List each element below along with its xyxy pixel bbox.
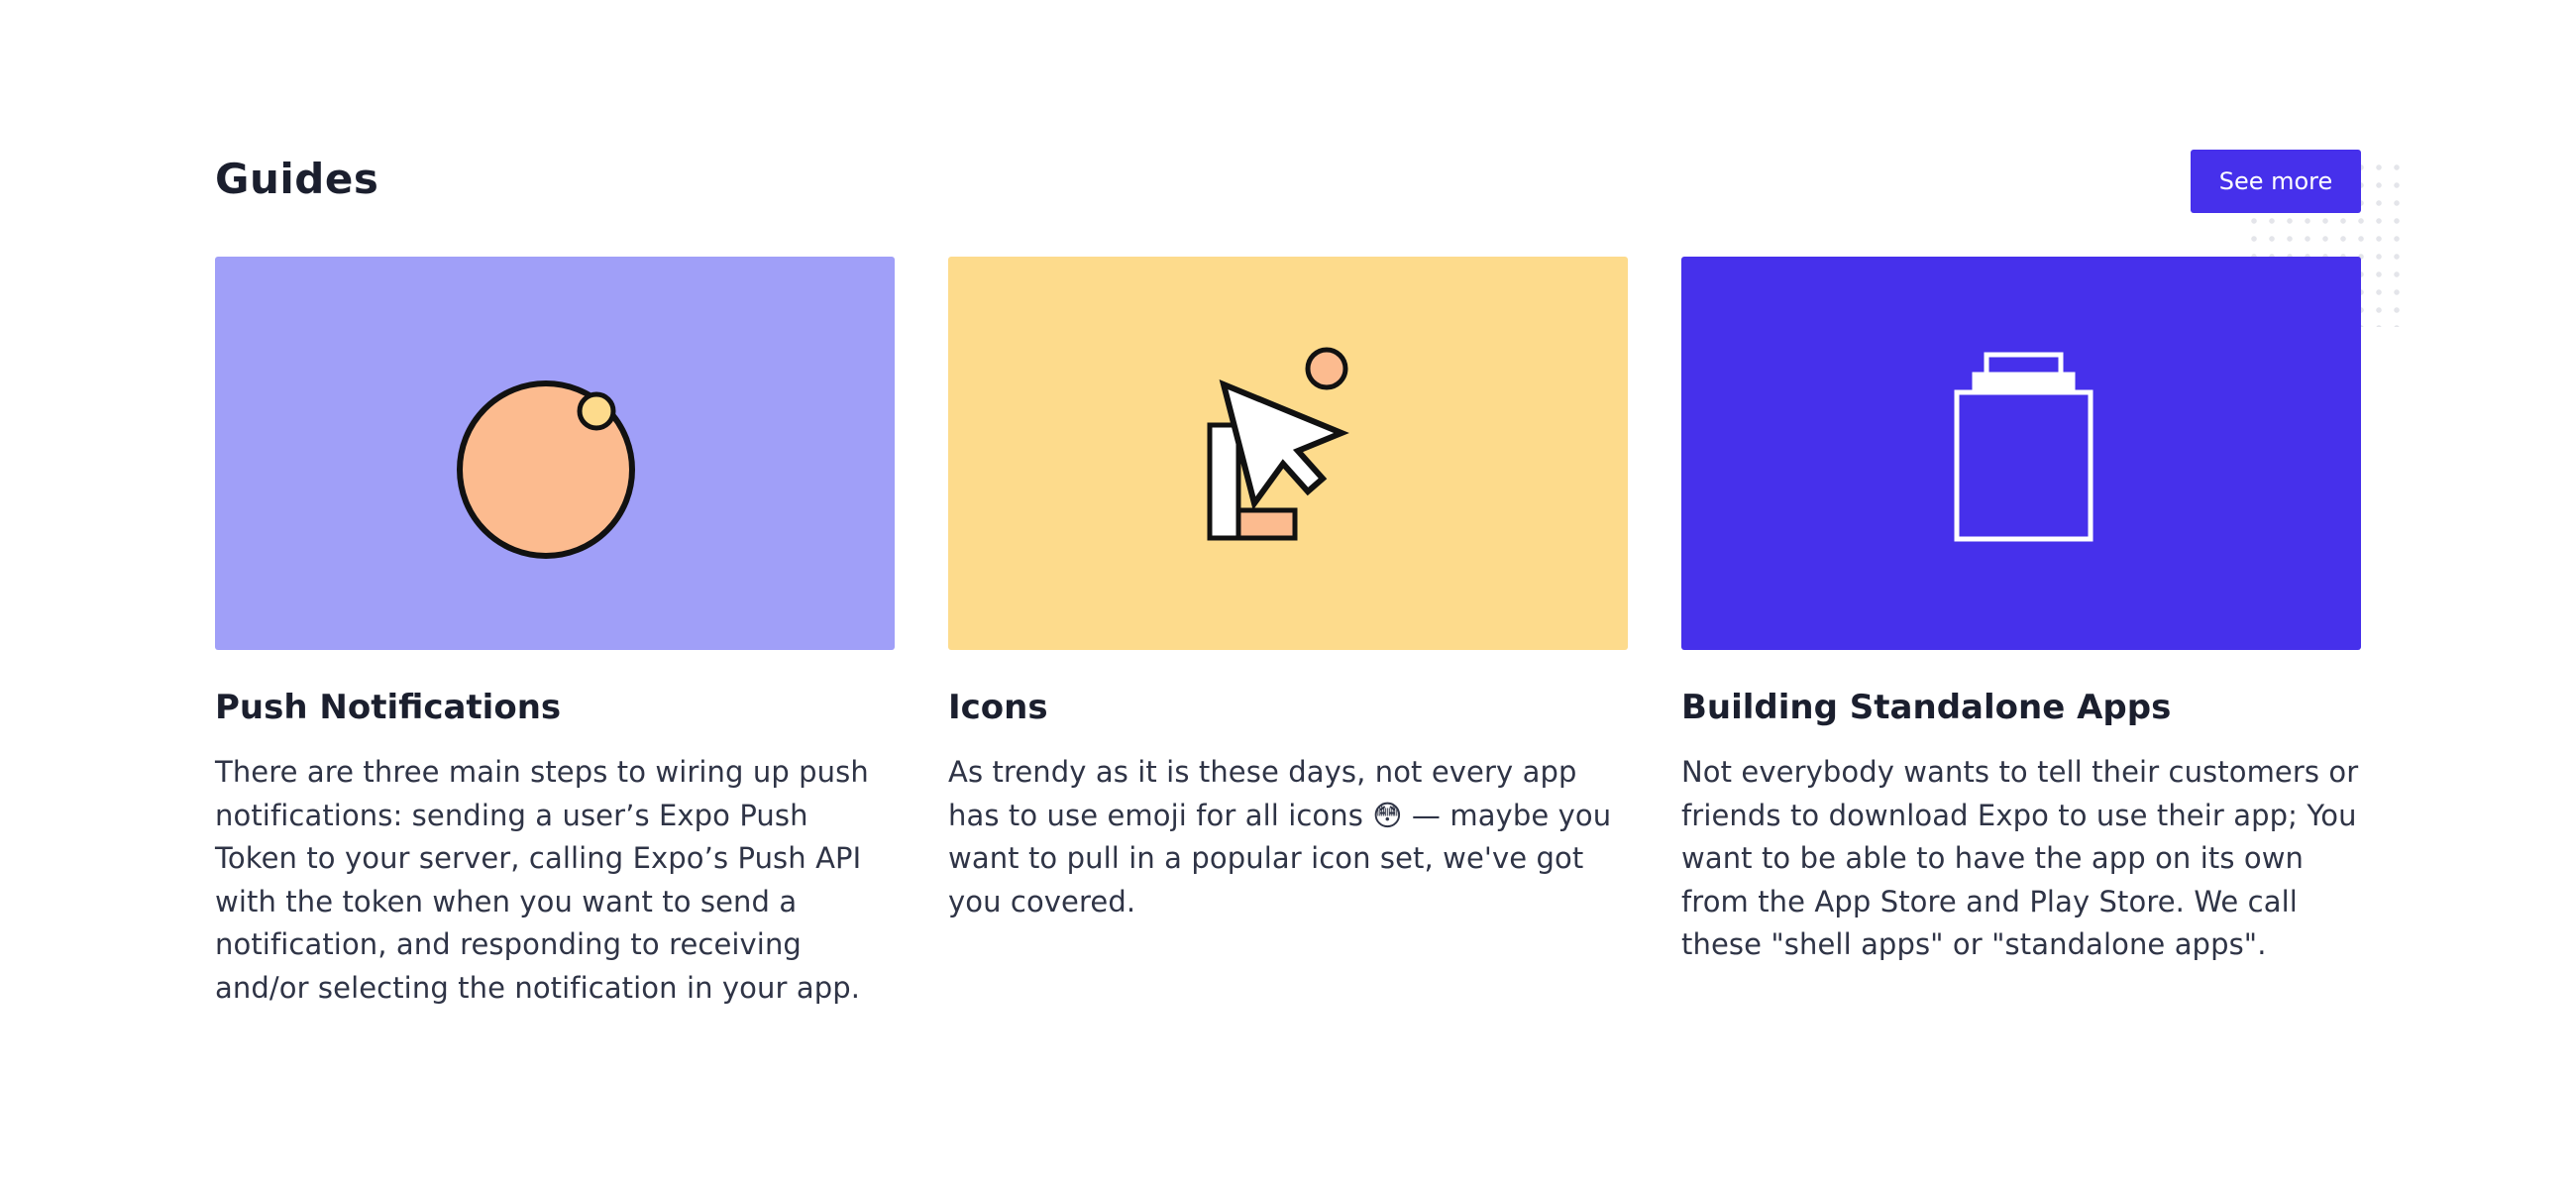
shopping-bag-icon — [1954, 352, 2093, 541]
guide-card-title: Push Notifications — [215, 688, 562, 727]
guide-card-push-notifications[interactable]: Push Notifications There are three main … — [215, 257, 895, 1010]
guides-title: Guides — [215, 155, 379, 203]
guide-cards: Push Notifications There are three main … — [215, 257, 2361, 1010]
push-notifications-illustration — [215, 257, 895, 650]
see-more-button[interactable]: See more — [2191, 150, 2361, 213]
guides-header: Guides See more — [215, 149, 2361, 258]
standalone-apps-illustration — [1681, 257, 2361, 650]
guides-section: Guides See more Push Notifications There… — [215, 149, 2361, 1005]
guide-card-description: There are three main steps to wiring up … — [215, 755, 869, 1005]
notification-dot-icon — [457, 379, 635, 559]
guide-card-description: Not everybody wants to tell their custom… — [1681, 755, 2359, 961]
guide-card-title: Building Standalone Apps — [1681, 688, 2172, 727]
guide-card-description: As trendy as it is these days, not every… — [948, 755, 1612, 918]
icons-illustration — [948, 257, 1628, 650]
guide-card-standalone-apps[interactable]: Building Standalone Apps Not everybody w… — [1681, 257, 2361, 1010]
guide-card-title: Icons — [948, 688, 1048, 727]
guide-card-icons[interactable]: Icons As trendy as it is these days, not… — [948, 257, 1628, 1010]
cursor-icon — [1207, 347, 1349, 540]
